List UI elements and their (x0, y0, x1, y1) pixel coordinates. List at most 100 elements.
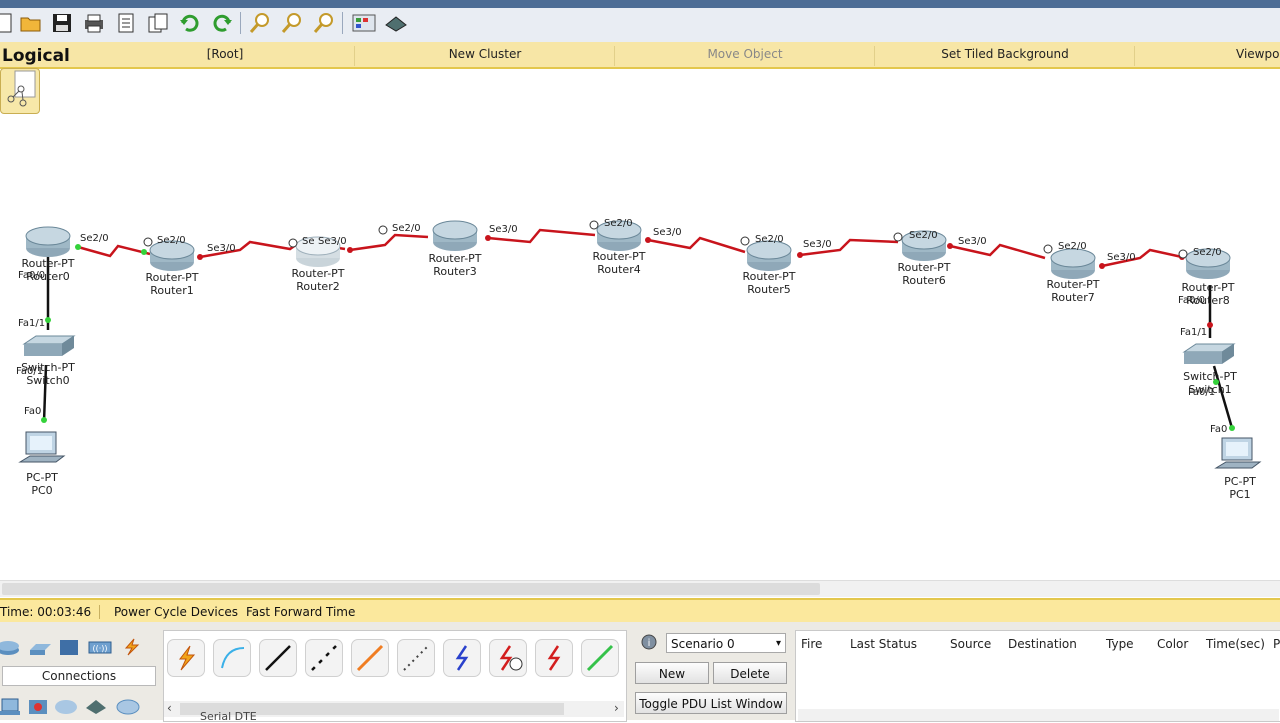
router2-label: Router-PT Router2 (291, 267, 345, 293)
new-cluster-button[interactable]: New Cluster (356, 46, 615, 66)
canvas-horizontal-scrollbar[interactable] (0, 580, 1280, 597)
scroll-left-arrow-icon[interactable]: ‹ (167, 701, 172, 715)
info-icon[interactable]: i (641, 634, 657, 650)
port-label: Se2/0 (392, 223, 421, 234)
copper-cross-over-button[interactable] (305, 639, 343, 677)
column-type[interactable]: Type (1106, 637, 1134, 651)
port-label: Fa0 (24, 406, 42, 417)
svg-text:((·)): ((·)) (92, 644, 107, 653)
wan-emulation-category-icon[interactable] (54, 698, 78, 716)
router3-label: Router-PT Router3 (428, 252, 482, 278)
port-label: Se3/0 (803, 239, 832, 250)
port-label: Se2/0 (1193, 247, 1222, 258)
port-label: Fa0/1 (1188, 387, 1216, 398)
router-icon[interactable] (25, 226, 71, 257)
port-label: Se2/0 (755, 234, 784, 245)
scrollbar-thumb[interactable] (2, 583, 820, 595)
column-time-sec[interactable]: Time(sec) (1206, 637, 1265, 651)
save-icon[interactable] (50, 11, 74, 35)
physical-navigation-icon[interactable] (0, 68, 40, 114)
custom-device-icon[interactable] (384, 11, 408, 35)
serial-link-router4-router5[interactable] (647, 236, 746, 254)
custom-devices-category-icon[interactable] (84, 698, 108, 716)
router-icon[interactable] (1050, 248, 1096, 279)
undo-icon[interactable] (178, 11, 202, 35)
activity-wizard-icon[interactable] (114, 11, 138, 35)
toolbar-separator (342, 12, 343, 34)
console-cable-button[interactable] (213, 639, 251, 677)
octal-cable-button[interactable] (581, 639, 619, 677)
move-object-button[interactable]: Move Object (616, 46, 875, 66)
serial-dce-button[interactable] (489, 639, 527, 677)
toolbar-separator (240, 12, 241, 34)
end-devices-category-icon[interactable] (0, 698, 22, 716)
zoom-in-icon[interactable] (248, 11, 272, 35)
column-source[interactable]: Source (950, 637, 991, 651)
print-icon[interactable] (82, 11, 106, 35)
zoom-reset-icon[interactable] (280, 11, 304, 35)
switches-category-icon[interactable] (28, 638, 52, 656)
copy-icon[interactable] (146, 11, 170, 35)
port-label: Se3/0 (318, 236, 347, 247)
viewport-button[interactable]: Viewpo (1236, 46, 1280, 66)
pdu-list-scrollbar[interactable] (798, 709, 1279, 721)
simulation-time: Time: 00:03:46 (0, 605, 101, 619)
serial-link-router0-router1[interactable] (77, 244, 151, 258)
connection-type-label: Serial DTE (200, 710, 257, 723)
root-button[interactable]: [Root] (96, 46, 355, 66)
router1-label: Router-PT Router1 (145, 271, 199, 297)
redo-icon[interactable] (210, 11, 234, 35)
logical-label[interactable]: Logical (2, 46, 70, 66)
switch-icon[interactable] (1182, 343, 1236, 364)
column-color[interactable]: Color (1157, 637, 1188, 651)
multiuser-category-icon[interactable] (116, 698, 140, 716)
pc-icon[interactable] (18, 431, 66, 463)
pc-icon[interactable] (1214, 437, 1262, 469)
topology-canvas[interactable]: Router-PT Router0 Router-PT Router1 Router… (0, 70, 1280, 580)
column-destination[interactable]: Destination (1008, 637, 1077, 651)
toggle-pdu-list-button[interactable]: Toggle PDU List Window (635, 692, 787, 714)
connections-category-icon[interactable] (120, 638, 144, 656)
device-selection-panel: ((·)) Connections ‹ › Serial DTE i Scena… (0, 622, 1280, 723)
set-tiled-background-button[interactable]: Set Tiled Background (876, 46, 1135, 66)
security-category-icon[interactable] (26, 698, 50, 716)
phone-cable-button[interactable] (397, 639, 435, 677)
router-icon[interactable] (432, 220, 478, 251)
hubs-category-icon[interactable] (58, 638, 82, 656)
column-periodic[interactable]: P (1273, 637, 1280, 651)
routers-category-icon[interactable] (0, 638, 20, 656)
port-label: Fa0/0 (18, 270, 46, 281)
scenario-select-value: Scenario 0 (671, 637, 735, 651)
scroll-right-arrow-icon[interactable]: › (614, 701, 619, 715)
column-last-status[interactable]: Last Status (850, 637, 917, 651)
new-scenario-button[interactable]: New (635, 662, 709, 684)
serial-link-router2-router3[interactable] (349, 233, 429, 252)
serial-dte-button[interactable] (535, 639, 573, 677)
switch-icon[interactable] (22, 335, 76, 356)
wireless-category-icon[interactable]: ((·)) (88, 638, 112, 656)
pc-icons (18, 431, 1262, 469)
coaxial-button[interactable] (443, 639, 481, 677)
delete-scenario-button[interactable]: Delete (713, 662, 787, 684)
port-label: Se2/0 (909, 230, 938, 241)
fiber-button[interactable] (351, 639, 389, 677)
palette-icon[interactable] (352, 11, 376, 35)
realtime-status-bar: Time: 00:03:46 Power Cycle Devices Fast … (0, 598, 1280, 625)
fast-forward-time-button[interactable]: Fast Forward Time (246, 605, 355, 619)
topology-links (18, 220, 1262, 469)
logical-workspace-bar: Logical [Root] New Cluster Move Object S… (0, 42, 1280, 69)
new-file-icon[interactable] (0, 11, 16, 35)
router4-label: Router-PT Router4 (592, 250, 646, 276)
port-label: Se2/0 (604, 218, 633, 229)
power-cycle-devices-button[interactable]: Power Cycle Devices (114, 605, 238, 619)
router5-label: Router-PT Router5 (742, 270, 796, 296)
router7-label: Router-PT Router7 (1046, 278, 1100, 304)
open-icon[interactable] (19, 11, 43, 35)
router-icon[interactable] (746, 240, 792, 271)
zoom-out-icon[interactable] (312, 11, 336, 35)
router6-label: Router-PT Router6 (897, 261, 951, 287)
copper-straight-through-button[interactable] (259, 639, 297, 677)
column-fire[interactable]: Fire (801, 637, 822, 651)
auto-connection-button[interactable] (167, 639, 205, 677)
scenario-select[interactable]: Scenario 0 ▾ (666, 633, 786, 653)
